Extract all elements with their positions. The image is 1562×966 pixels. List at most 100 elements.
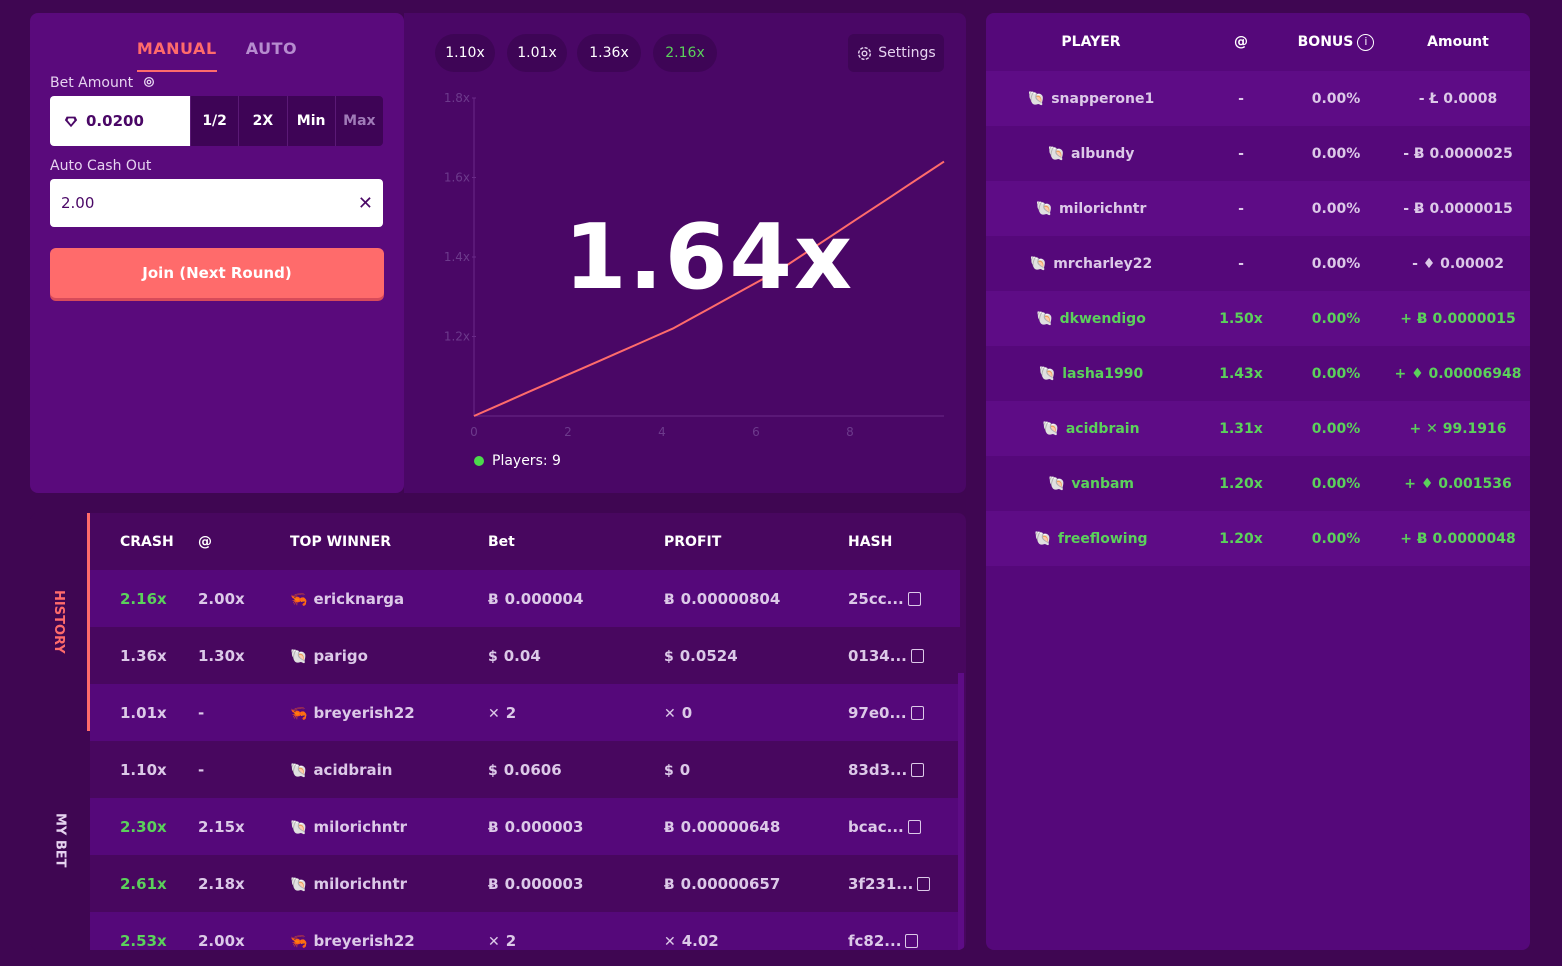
recent-crash-pill[interactable]: 1.01x xyxy=(507,34,567,72)
bet-value: Ƀ 0.000003 xyxy=(488,874,584,893)
profit-value: $0.0524 xyxy=(664,646,738,665)
history-row: 1.36x 1.30x 🐚 parigo $0.04 $0.0524 0134... xyxy=(90,627,960,684)
tab-auto[interactable]: AUTO xyxy=(246,39,297,70)
player-name[interactable]: 🐚 snapperone1 xyxy=(986,91,1196,107)
profit-value: Ƀ 0.00000804 xyxy=(664,589,781,608)
shrimp-avatar-icon: 🦐 xyxy=(290,933,308,950)
shell-avatar-icon: 🐚 xyxy=(290,876,308,893)
coin-icon: $ xyxy=(664,648,674,665)
top-winner[interactable]: 🦐 breyerish22 xyxy=(290,704,488,722)
clear-icon[interactable]: ✕ xyxy=(358,193,373,214)
bet-value: ✕ 2 xyxy=(488,703,517,722)
hash-value[interactable]: 0134... xyxy=(848,647,960,665)
header-bonus: BONUS i xyxy=(1286,33,1386,51)
player-name[interactable]: 🐚 acidbrain xyxy=(986,421,1196,437)
player-name[interactable]: 🐚 milorichntr xyxy=(986,201,1196,217)
recent-crash-pill[interactable]: 1.10x xyxy=(435,34,495,72)
crash-value: 2.16x xyxy=(120,589,167,608)
history-row: 2.53x 2.00x 🦐 breyerish22 ✕ 2 ✕ 4.02 fc82... xyxy=(90,912,960,950)
copy-icon[interactable] xyxy=(907,819,921,834)
copy-icon[interactable] xyxy=(911,762,925,777)
player-bonus: 0.00% xyxy=(1311,200,1361,217)
history-table: CRASH @ TOP WINNER Bet PROFIT HASH 2.16x… xyxy=(90,513,960,950)
double-button[interactable]: 2X xyxy=(238,96,286,146)
player-row: 🐚 dkwendigo 1.50x 0.00% + Ƀ 0.0000015 xyxy=(986,291,1530,346)
coin-icon: $ xyxy=(488,648,498,665)
cashout-at: 2.00x xyxy=(198,931,245,950)
shell-avatar-icon: 🐚 xyxy=(290,819,308,836)
player-at: - xyxy=(1238,200,1244,217)
max-button[interactable]: Max xyxy=(334,96,383,146)
copy-icon[interactable] xyxy=(905,933,919,948)
hash-value[interactable]: 83d3... xyxy=(848,761,960,779)
hash-value[interactable]: fc82... xyxy=(848,932,960,950)
y-tick-label: 1.6x xyxy=(444,171,470,185)
half-button[interactable]: 1/2 xyxy=(190,96,238,146)
info-icon[interactable]: i xyxy=(1357,33,1375,51)
crash-value: 2.61x xyxy=(120,874,167,893)
top-winner[interactable]: 🐚 milorichntr xyxy=(290,875,488,893)
copy-icon[interactable] xyxy=(910,705,924,720)
y-tick-label: 1.2x xyxy=(444,330,470,344)
coin-icon: Ƀ xyxy=(488,591,499,608)
x-tick-label: 0 xyxy=(470,425,478,439)
top-winner[interactable]: 🐚 milorichntr xyxy=(290,818,488,836)
settings-button[interactable]: Settings xyxy=(848,34,944,72)
hash-value[interactable]: 25cc... xyxy=(848,590,960,608)
player-name[interactable]: 🐚 mrcharley22 xyxy=(986,256,1196,272)
side-tabs: HISTORY MY BET xyxy=(30,513,90,950)
history-table-header: CRASH @ TOP WINNER Bet PROFIT HASH xyxy=(90,513,960,570)
cashout-at: 2.18x xyxy=(198,874,245,893)
bet-value: Ƀ 0.000004 xyxy=(488,589,584,608)
player-name[interactable]: 🐚 lasha1990 xyxy=(986,366,1196,382)
tab-history[interactable]: HISTORY xyxy=(30,513,90,731)
recent-crash-pill[interactable]: 2.16x xyxy=(653,34,717,72)
history-panel: HISTORY MY BET CRASH @ TOP WINNER Bet PR… xyxy=(30,513,966,950)
top-winner[interactable]: 🐚 acidbrain xyxy=(290,761,488,779)
player-at: - xyxy=(1238,145,1244,162)
auto-cashout-input[interactable]: 2.00 ✕ xyxy=(50,179,383,227)
history-row: 2.61x 2.18x 🐚 milorichntr Ƀ 0.000003 Ƀ 0.000006… xyxy=(90,855,960,912)
gear-icon[interactable] xyxy=(142,75,156,89)
bet-value: ✕ 2 xyxy=(488,931,517,950)
player-name[interactable]: 🐚 vanbam xyxy=(986,476,1196,492)
player-name[interactable]: 🐚 freeflowing xyxy=(986,531,1196,547)
coin-icon: $ xyxy=(488,762,498,779)
top-winner[interactable]: 🦐 ericknarga xyxy=(290,590,488,608)
shell-avatar-icon: 🐚 xyxy=(1047,145,1066,162)
header-bet: Bet xyxy=(488,533,515,550)
game-panel: 1.10x 1.01x 1.36x 2.16x Settings 0 2 4 6 8 1.… xyxy=(404,13,966,493)
player-row: 🐚 milorichntr - 0.00% - Ƀ 0.0000015 xyxy=(986,181,1530,236)
top-winner[interactable]: 🐚 parigo xyxy=(290,647,488,665)
cashout-at: - xyxy=(198,703,205,722)
bet-amount-input[interactable]: 0.0200 xyxy=(50,96,190,146)
shell-avatar-icon: 🐚 xyxy=(1047,475,1066,492)
hash-value[interactable]: bcac... xyxy=(848,818,960,836)
header-amount: Amount xyxy=(1427,34,1489,50)
auto-cashout-label: Auto Cash Out xyxy=(50,158,152,174)
hash-value[interactable]: 3f231... xyxy=(848,875,960,893)
coin-icon: Ƀ xyxy=(664,876,675,893)
tab-my-bet[interactable]: MY BET xyxy=(30,731,90,950)
coin-icon: ✕ xyxy=(488,933,500,950)
player-amount: + ♦ 0.00006948 xyxy=(1394,365,1522,382)
copy-icon[interactable] xyxy=(907,591,921,606)
join-button[interactable]: Join (Next Round) xyxy=(50,248,384,298)
crash-value: 2.53x xyxy=(120,931,167,950)
hash-value[interactable]: 97e0... xyxy=(848,704,960,722)
player-bonus: 0.00% xyxy=(1311,420,1361,437)
player-bonus: 0.00% xyxy=(1311,310,1361,327)
player-name[interactable]: 🐚 albundy xyxy=(986,146,1196,162)
history-row: 2.16x 2.00x 🦐 ericknarga Ƀ 0.000004 Ƀ 0.0000080… xyxy=(90,570,960,627)
copy-icon[interactable] xyxy=(917,876,931,891)
player-bonus: 0.00% xyxy=(1311,90,1361,107)
min-button[interactable]: Min xyxy=(286,96,335,146)
player-at: 1.43x xyxy=(1219,365,1263,382)
top-winner[interactable]: 🦐 breyerish22 xyxy=(290,932,488,950)
copy-icon[interactable] xyxy=(910,648,924,663)
tab-manual[interactable]: MANUAL xyxy=(136,39,217,72)
player-name[interactable]: 🐚 dkwendigo xyxy=(986,311,1196,327)
recent-crash-pill[interactable]: 1.36x xyxy=(577,34,641,72)
player-bonus: 0.00% xyxy=(1311,365,1361,382)
scrollbar[interactable] xyxy=(958,673,964,950)
